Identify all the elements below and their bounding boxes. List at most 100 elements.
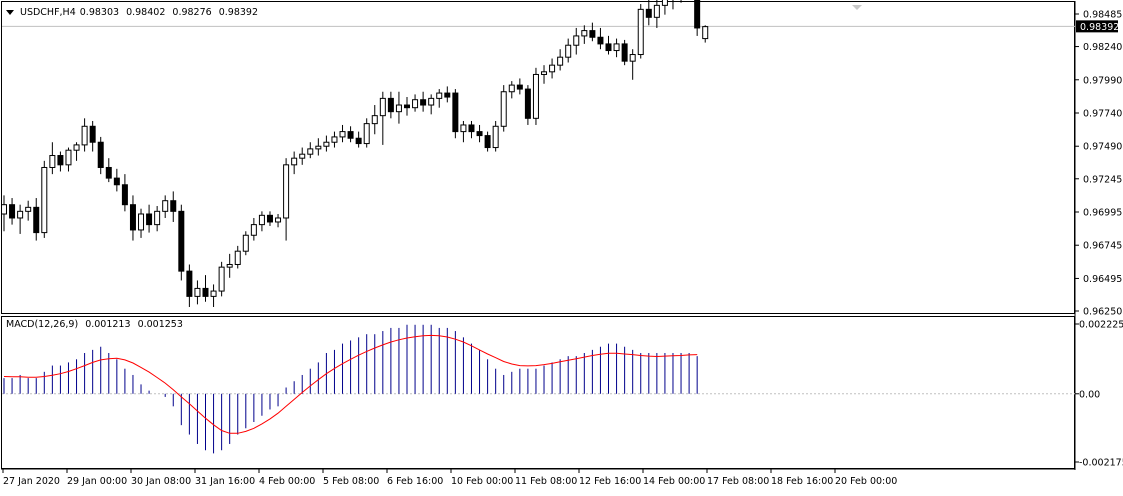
- candle-bear: [484, 135, 491, 149]
- candle-bull: [49, 155, 56, 168]
- candle-bear: [605, 43, 612, 52]
- low-value: 0.98276: [172, 6, 212, 18]
- chart-header: USDCHF,H4 0.98303 0.98402 0.98276 0.9839…: [6, 6, 262, 18]
- candle-bull: [532, 73, 539, 119]
- macd-header: MACD(12,26,9) 0.001213 0.001253: [6, 319, 187, 330]
- macd-signal-value: 0.001253: [137, 319, 183, 330]
- candle-bull: [412, 99, 419, 109]
- price-axis: 0.98485 0.98240 0.97990 0.97740 0.97490 0.972…: [1075, 10, 1122, 318]
- time-tick-label: 17 Feb 08:00: [707, 476, 769, 487]
- candle-bear: [420, 99, 427, 106]
- candle-bull: [194, 287, 201, 297]
- time-tick-label: 20 Feb 00:00: [835, 476, 897, 487]
- candle-bull: [17, 210, 24, 219]
- time-tick-label: 12 Feb 16:00: [579, 476, 641, 487]
- candle-bear: [57, 155, 64, 166]
- candle-bear: [444, 92, 451, 98]
- time-tick-label: 27 Jan 2020: [3, 476, 60, 487]
- candle-bear: [9, 204, 16, 219]
- macd-panel[interactable]: [1, 316, 1075, 469]
- macd-tick-label: 0.002225: [1079, 320, 1123, 331]
- candle-bull: [41, 166, 48, 234]
- chart-menu-arrow-icon[interactable]: [6, 9, 14, 15]
- candle-bull: [549, 64, 556, 73]
- time-tick-label: 5 Feb 08:00: [323, 476, 379, 487]
- candle-bear: [597, 36, 604, 45]
- candle-bear: [355, 137, 362, 145]
- candle-bull: [460, 124, 467, 133]
- price-panel[interactable]: [1, 1, 1075, 314]
- high-value: 0.98402: [126, 6, 166, 18]
- candle-bear: [387, 97, 394, 113]
- candle-bull: [218, 266, 225, 292]
- time-tick-label: 18 Feb 16:00: [771, 476, 833, 487]
- macd-tick-label: 0.00: [1079, 389, 1100, 400]
- candle-bull: [162, 200, 169, 212]
- candle-bull: [500, 91, 507, 127]
- candle-bull: [363, 123, 370, 145]
- open-value: 0.98303: [79, 6, 120, 18]
- candle-bull: [291, 157, 298, 166]
- candle-bull: [637, 8, 644, 56]
- price-tick-label: 0.97740: [1083, 109, 1122, 120]
- candle-bear: [645, 8, 652, 18]
- time-tick-label: 11 Feb 08:00: [515, 476, 577, 487]
- candle-bull: [210, 290, 217, 297]
- candle-bull: [323, 141, 330, 147]
- candle-bull: [138, 213, 145, 231]
- candle-bear: [129, 204, 136, 231]
- time-tick-label: 14 Feb 00:00: [643, 476, 705, 487]
- candle-bull: [258, 214, 265, 226]
- candle-bull: [379, 97, 386, 117]
- price-tick-label: 0.96745: [1083, 241, 1122, 252]
- candle-bear: [452, 92, 459, 133]
- candle-bear: [121, 184, 128, 206]
- price-tick-label: 0.96495: [1083, 274, 1122, 285]
- candle-bear: [524, 88, 531, 119]
- candle-bull: [492, 125, 499, 149]
- time-axis: 27 Jan 2020 29 Jan 00:00 30 Jan 08:00 31 Ja…: [2, 469, 897, 487]
- candle-bear: [621, 43, 628, 62]
- candle-bull: [307, 148, 314, 155]
- price-tick-label: 0.98485: [1083, 10, 1122, 21]
- candle-bull: [541, 71, 548, 75]
- candle-bear: [694, 0, 701, 29]
- candle-bear: [476, 131, 483, 137]
- candle-bull: [299, 153, 306, 159]
- candle-bull: [73, 144, 80, 151]
- candle-bull: [331, 136, 338, 143]
- candle-bear: [33, 206, 40, 234]
- candle-bull: [1, 204, 7, 215]
- candle-bull: [283, 164, 290, 219]
- candle-bear: [105, 166, 112, 179]
- candle-bear: [113, 177, 120, 186]
- candle-bull: [436, 92, 443, 99]
- candle-bull: [226, 263, 233, 268]
- candle-bear: [202, 287, 209, 297]
- candle-bear: [178, 210, 185, 272]
- candle-bull: [275, 217, 282, 223]
- candle-bull: [613, 43, 620, 52]
- price-tick-label: 0.97245: [1083, 174, 1122, 185]
- candle-bear: [170, 200, 177, 212]
- time-tick-label: 6 Feb 16:00: [387, 476, 443, 487]
- candle-bear: [347, 131, 354, 139]
- macd-tick-label: -0.002175: [1079, 458, 1123, 469]
- close-value: 0.98392: [218, 6, 259, 18]
- candle-bear: [516, 84, 523, 90]
- candle-bear: [146, 213, 153, 226]
- price-tick-label: 0.97990: [1083, 75, 1122, 86]
- time-tick-label: 30 Jan 08:00: [131, 476, 191, 487]
- candle-bull: [250, 224, 257, 236]
- current-price-label: 0.98392: [1080, 22, 1119, 33]
- time-tick-label: 29 Jan 00:00: [67, 476, 127, 487]
- candle-bear: [186, 270, 193, 297]
- time-tick-label: 4 Feb 00:00: [259, 476, 315, 487]
- chart-canvas[interactable]: 0.98485 0.98240 0.97990 0.97740 0.97490 0.972…: [0, 0, 1123, 496]
- price-tick-label: 0.96250: [1083, 307, 1122, 318]
- candle-bull: [154, 210, 161, 226]
- candle-bull: [234, 250, 241, 265]
- price-tick-label: 0.96995: [1083, 208, 1122, 219]
- candle-bear: [589, 30, 596, 38]
- candle-bull: [702, 26, 709, 40]
